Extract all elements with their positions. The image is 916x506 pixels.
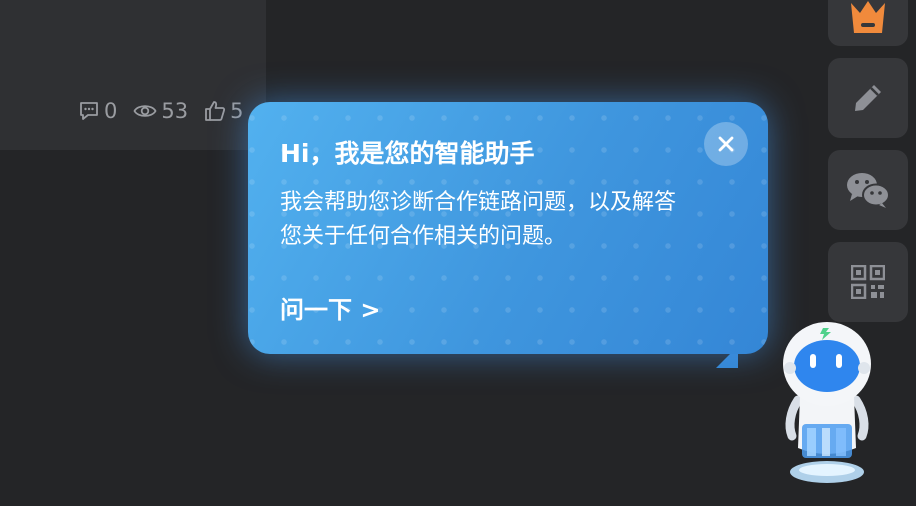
crown-button[interactable] xyxy=(828,0,908,46)
wechat-button[interactable] xyxy=(828,150,908,230)
wechat-icon xyxy=(847,173,890,208)
views-stat: 53 xyxy=(133,99,188,123)
eye-icon xyxy=(133,105,157,117)
likes-stat[interactable]: 5 xyxy=(204,99,243,123)
article-card xyxy=(0,0,266,150)
qrcode-button[interactable] xyxy=(828,242,908,322)
likes-count: 5 xyxy=(230,99,244,123)
crown-icon xyxy=(851,1,885,33)
edit-button[interactable] xyxy=(828,58,908,138)
ask-link[interactable]: 问一下 > xyxy=(280,290,380,325)
close-icon xyxy=(718,136,734,152)
comment-icon xyxy=(80,102,98,120)
close-button[interactable] xyxy=(704,122,748,166)
comments-stat[interactable]: 0 xyxy=(78,99,117,123)
popup-title: Hi，我是您的智能助手 xyxy=(280,139,535,168)
assistant-popup: Hi，我是您的智能助手 我会帮助您诊断合作链路问题，以及解答您关于任何合作相关的… xyxy=(248,102,768,354)
qrcode-icon xyxy=(851,265,885,299)
article-stats: 0 53 5 xyxy=(78,97,243,125)
popup-message: 我会帮助您诊断合作链路问题，以及解答您关于任何合作相关的问题。 xyxy=(280,190,677,249)
pencil-icon xyxy=(855,85,881,111)
views-count: 53 xyxy=(161,99,189,123)
thumbs-up-icon xyxy=(205,101,226,121)
robot-icon[interactable] xyxy=(776,320,880,488)
comments-count: 0 xyxy=(104,99,118,123)
